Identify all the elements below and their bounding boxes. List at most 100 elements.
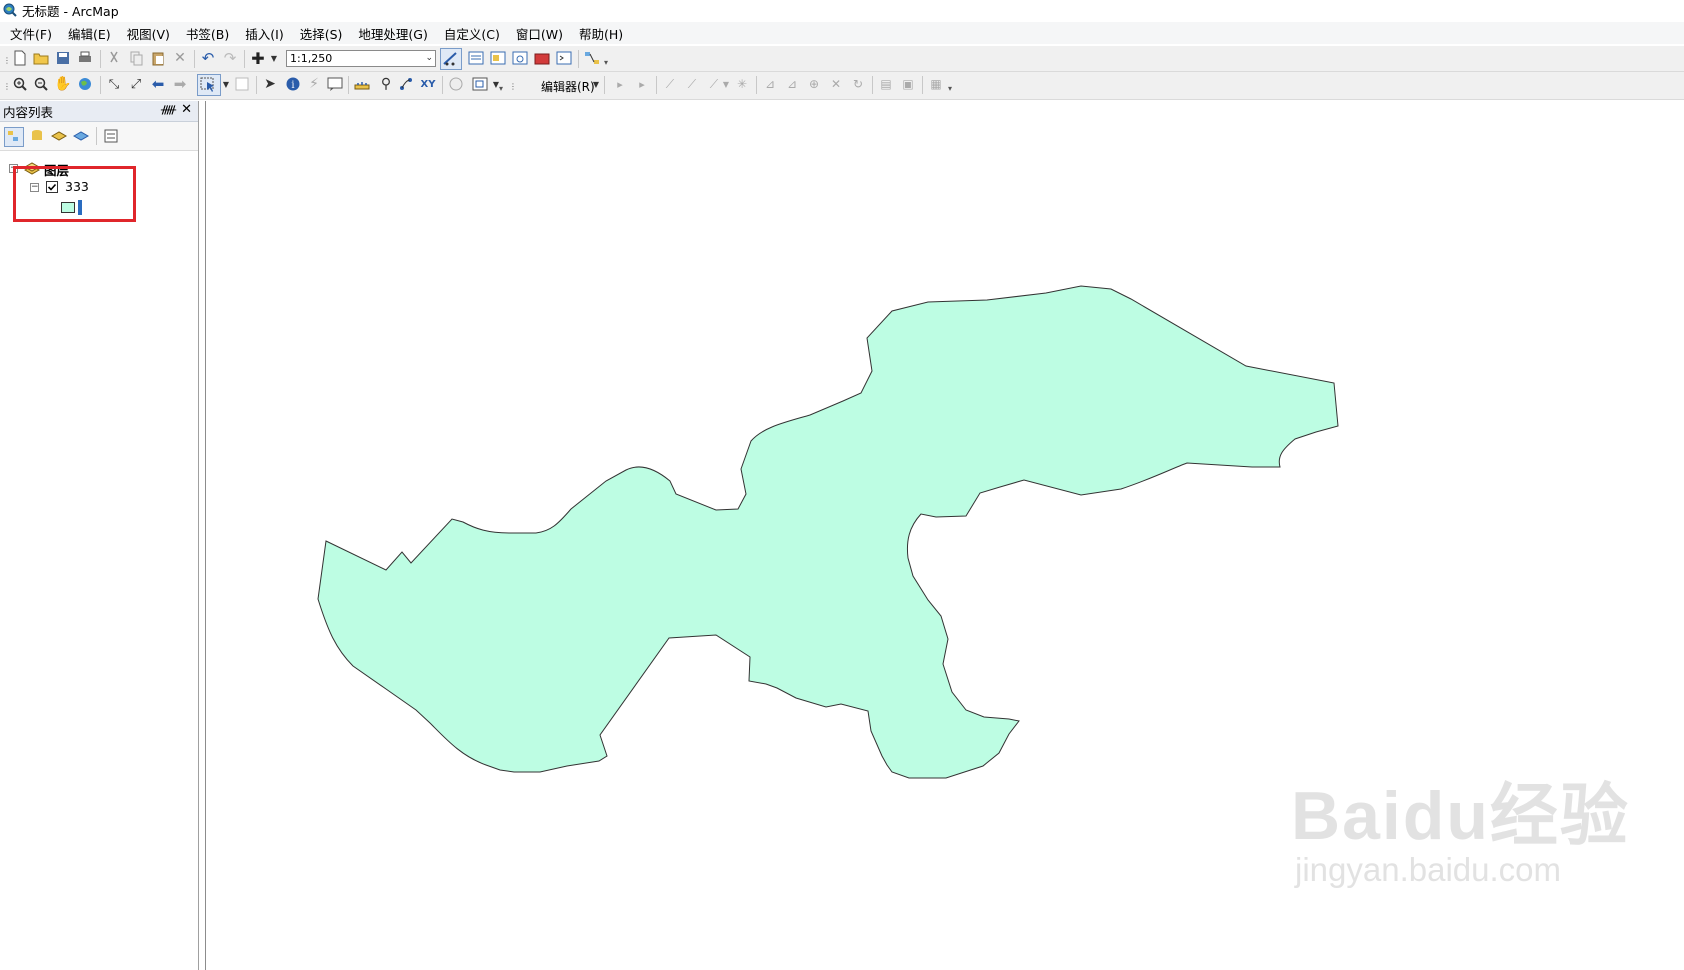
cut-icon[interactable] <box>106 50 122 66</box>
edit-annotation-icon[interactable]: ▸ <box>634 76 650 92</box>
rotate-tool-icon[interactable]: ↻ <box>850 76 866 92</box>
redo-icon[interactable]: ↷ <box>222 49 238 67</box>
edit-vertices-icon[interactable]: ⊿ <box>762 76 778 92</box>
toolbar-overflow-icon[interactable]: ▾ <box>604 58 610 68</box>
zoom-in-icon[interactable] <box>12 76 28 92</box>
window-title: 无标题 - ArcMap <box>22 3 119 19</box>
chevron-down-icon[interactable]: ⌄ <box>425 51 433 66</box>
open-folder-icon[interactable] <box>33 50 49 66</box>
hyperlink-icon[interactable]: ⚡ <box>306 76 322 92</box>
menu-bookmarks[interactable]: 书签(B) <box>186 24 229 43</box>
split-tool-icon[interactable]: ✕ <box>828 76 844 92</box>
select-dropdown-icon[interactable]: ▼ <box>218 76 234 92</box>
modelbuilder-icon[interactable] <box>584 50 600 66</box>
end-point-arc-icon[interactable]: ⟋ <box>684 76 700 92</box>
editor-menu-button[interactable]: 编辑器(R) <box>541 78 595 95</box>
list-by-source-icon[interactable] <box>28 127 46 145</box>
python-window-icon[interactable] <box>556 50 572 66</box>
reshape-feature-icon[interactable]: ⊿ <box>784 76 800 92</box>
create-features-icon[interactable]: ▦ <box>928 76 944 92</box>
identify-icon[interactable]: i <box>285 76 301 92</box>
close-icon[interactable]: ✕ <box>181 102 192 117</box>
create-viewer-window-icon[interactable] <box>472 76 488 92</box>
pin-icon[interactable]: ᚏ <box>161 103 176 116</box>
toolbar-overflow-icon[interactable]: ▾ <box>948 84 954 94</box>
menu-customize[interactable]: 自定义(C) <box>444 24 500 43</box>
print-icon[interactable] <box>77 50 93 66</box>
map-display[interactable]: Baidu经验 jingyan.baidu.com <box>205 101 1684 970</box>
list-by-drawing-order-icon[interactable] <box>4 127 24 147</box>
add-data-icon[interactable]: ✚ <box>250 49 266 68</box>
clear-selection-icon[interactable] <box>234 76 250 92</box>
attributes-icon[interactable]: ▤ <box>878 76 894 92</box>
straight-segment-icon[interactable]: ⟋ <box>662 76 678 92</box>
table-of-contents-icon[interactable] <box>468 50 484 66</box>
search-window-icon[interactable] <box>512 50 528 66</box>
watermark-logo: Baidu经验 <box>1291 778 1630 854</box>
arctoolbox-icon[interactable] <box>534 50 550 66</box>
fixed-zoom-out-icon[interactable]: ⤢ <box>128 76 144 92</box>
toolbar-separator <box>604 76 605 94</box>
toolbar-separator <box>656 76 657 94</box>
menu-geoprocessing[interactable]: 地理处理(G) <box>358 24 427 43</box>
annotation-highlight-box <box>13 166 136 222</box>
back-extent-icon[interactable]: ⬅ <box>150 75 166 93</box>
pan-hand-icon[interactable]: ✋ <box>54 76 71 92</box>
menu-file[interactable]: 文件(F) <box>10 24 52 43</box>
menu-help[interactable]: 帮助(H) <box>579 24 623 43</box>
select-elements-arrow-icon[interactable]: ➤ <box>262 76 278 92</box>
paste-icon[interactable] <box>150 50 166 66</box>
zoom-out-icon[interactable] <box>33 76 49 92</box>
catalog-icon[interactable] <box>490 50 506 66</box>
find-route-icon[interactable] <box>398 76 414 92</box>
fixed-zoom-in-icon[interactable]: ⤡ <box>106 76 122 92</box>
undo-icon[interactable]: ↶ <box>200 49 216 67</box>
toc-title: 内容列表 <box>3 104 54 120</box>
editor-dropdown-icon[interactable]: ▼ <box>588 76 604 92</box>
layer-polygon-feature[interactable] <box>317 285 1339 779</box>
menu-view[interactable]: 视图(V) <box>127 24 170 43</box>
menu-windows[interactable]: 窗口(W) <box>516 24 563 43</box>
list-by-visibility-icon[interactable] <box>50 127 68 145</box>
new-document-icon[interactable] <box>12 50 28 66</box>
menu-selection[interactable]: 选择(S) <box>300 24 343 43</box>
find-binoculars-icon[interactable]: ⚲ <box>378 76 394 92</box>
toolbar-grip[interactable]: ⋮ <box>509 82 517 92</box>
point-icon[interactable]: ✳ <box>734 76 750 92</box>
toolbar-separator <box>256 76 257 94</box>
toolbar-separator <box>442 76 443 94</box>
menu-edit[interactable]: 编辑(E) <box>68 24 111 43</box>
add-data-dropdown-icon[interactable]: ▼ <box>266 50 282 66</box>
sketch-properties-icon[interactable]: ▣ <box>900 76 916 92</box>
go-to-xy-icon[interactable]: XY <box>420 76 436 92</box>
editor-toolbar-icon[interactable] <box>440 48 462 70</box>
toolbar-separator <box>756 76 757 94</box>
cut-polygons-icon[interactable]: ⊕ <box>806 76 822 92</box>
standard-toolbar: ⋮ ✕ ↶ ↷ ✚ ▼ 1:1,250 ⌄ ▾ <box>0 46 1684 72</box>
forward-extent-icon[interactable]: ➡ <box>172 75 188 93</box>
time-slider-icon[interactable] <box>448 76 464 92</box>
menu-insert[interactable]: 插入(I) <box>245 24 283 43</box>
toolbar-grip[interactable]: ⋮ <box>3 82 11 92</box>
construction-dropdown-icon[interactable]: ▼ <box>718 76 734 92</box>
html-popup-icon[interactable] <box>327 76 343 92</box>
toolbar-overflow-icon[interactable]: ▾ <box>499 84 505 94</box>
map-scale-combobox[interactable]: 1:1,250 ⌄ <box>286 50 436 67</box>
copy-icon[interactable] <box>128 50 144 66</box>
delete-icon[interactable]: ✕ <box>172 50 188 66</box>
baidu-watermark: Baidu经验 jingyan.baidu.com <box>1291 781 1630 889</box>
measure-icon[interactable] <box>354 76 370 92</box>
map-scale-value: 1:1,250 <box>290 52 333 65</box>
save-icon[interactable] <box>55 50 71 66</box>
layer-tree: − 图层 − 333 <box>0 151 198 951</box>
toolbar-separator <box>578 50 579 68</box>
toc-options-icon[interactable] <box>102 127 120 145</box>
list-by-selection-icon[interactable] <box>72 127 90 145</box>
toolbar-grip[interactable]: ⋮ <box>3 56 11 66</box>
table-of-contents-panel: 内容列表 ᚏ ✕ − 图层 − 333 <box>0 101 199 970</box>
full-extent-globe-icon[interactable] <box>77 76 93 92</box>
edit-tool-icon[interactable]: ▸ <box>612 76 628 92</box>
toolbar-separator <box>194 50 195 68</box>
watermark-url: jingyan.baidu.com <box>1295 851 1561 888</box>
toolbar-separator <box>244 50 245 68</box>
